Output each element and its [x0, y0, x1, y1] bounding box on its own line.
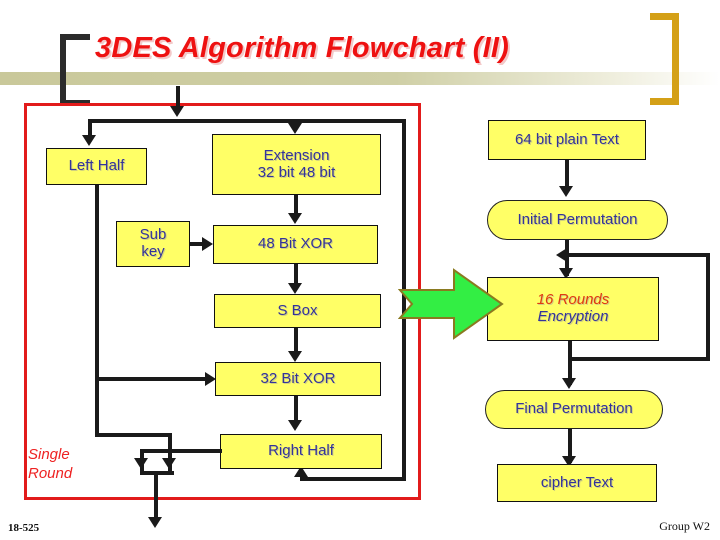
node-extension[interactable]: Extension 32 bit 48 bit — [212, 134, 381, 195]
connector-extension-branch-arrow — [288, 123, 302, 134]
connector-swap-arrow-right — [162, 458, 176, 469]
connector-extension-to-xor48 — [294, 195, 298, 215]
node-cipher-text-label: cipher Text — [540, 473, 614, 491]
node-final-permutation[interactable]: Final Permutation — [485, 390, 663, 429]
bracket-open-icon — [60, 34, 90, 106]
connector-xor32-to-right-half-arrow — [288, 420, 302, 431]
connector-swap-arrow-left — [134, 458, 148, 469]
connector-left-half-down — [95, 185, 99, 435]
node-initial-permutation-label: Initial Permutation — [517, 210, 638, 228]
connector-right-half-to-swap — [140, 449, 222, 453]
node-right-half-label: Right Half — [268, 442, 334, 460]
connector-left-to-xor32 — [95, 377, 212, 381]
title-band — [0, 72, 720, 85]
connector-extension-to-xor48-arrow — [288, 213, 302, 224]
node-sub-key-line2: key — [141, 243, 165, 260]
connector-rounds-feedback-vertical — [706, 253, 710, 361]
node-32-bit-xor-label: 32 Bit XOR — [260, 369, 336, 387]
node-left-half-label: Left Half — [68, 157, 125, 175]
node-16-rounds-label: 16 Rounds — [536, 291, 610, 309]
node-48-bit-xor-label: 48 Bit XOR — [257, 235, 334, 253]
node-encryption-label: Encryption — [537, 308, 609, 325]
connector-swap-top-left — [95, 433, 172, 437]
connector-rounds-feedback-top — [565, 253, 710, 257]
node-extension-sub: 32 bit 48 bit — [257, 163, 336, 181]
node-final-permutation-label: Final Permutation — [515, 400, 633, 418]
node-16-rounds-encryption[interactable]: 16 Rounds Encryption — [487, 277, 659, 341]
connector-rounds-feedback-arrow — [556, 248, 567, 262]
node-initial-permutation[interactable]: Initial Permutation — [487, 200, 668, 240]
single-round-label: Single Round — [28, 446, 73, 482]
node-48-bit-xor[interactable]: 48 Bit XOR — [213, 225, 378, 264]
slide-canvas: 3DES Algorithm Flowchart (II) Left Half … — [0, 0, 720, 540]
connector-right-feedback-horizontal — [300, 477, 406, 481]
connector-round-exit — [154, 471, 158, 523]
connector-left-branch-arrow — [82, 135, 96, 146]
connector-xor48-to-sbox-arrow — [288, 283, 302, 294]
node-sub-key[interactable]: Sub key — [116, 221, 190, 267]
node-right-half[interactable]: Right Half — [220, 434, 382, 469]
connector-entry-arrow — [170, 106, 184, 117]
footer-right: Group W2 — [659, 519, 710, 533]
connector-plain-to-ip — [565, 160, 569, 188]
node-extension-title: Extension — [263, 146, 330, 164]
connector-subkey-to-xor48-arrow — [202, 237, 213, 251]
node-32-bit-xor[interactable]: 32 Bit XOR — [215, 362, 381, 396]
connector-sbox-to-xor32-arrow — [288, 351, 302, 362]
connector-xor32-to-right-half — [294, 396, 298, 423]
node-left-half[interactable]: Left Half — [46, 148, 147, 185]
connector-plain-to-ip-arrow — [559, 186, 573, 197]
connector-round-exit-arrow — [148, 517, 162, 528]
green-right-arrow-icon — [398, 268, 504, 340]
node-plain-text-label: 64 bit plain Text — [515, 130, 619, 148]
connector-split-bus — [88, 119, 406, 123]
node-s-box-label: S Box — [277, 301, 318, 319]
page-title: 3DES Algorithm Flowchart (II) — [95, 32, 509, 64]
node-s-box[interactable]: S Box — [214, 294, 381, 328]
connector-entry-vertical — [176, 86, 180, 108]
connector-xor48-to-sbox — [294, 264, 298, 285]
node-cipher-text[interactable]: cipher Text — [497, 464, 657, 502]
node-sub-key-line1: Sub — [139, 226, 167, 244]
node-plain-text[interactable]: 64 bit plain Text — [488, 120, 646, 160]
connector-rounds-to-fp-arrow — [562, 378, 576, 389]
footer-left: 18-525 — [8, 522, 40, 534]
connector-rounds-feedback-bottom — [568, 357, 710, 361]
